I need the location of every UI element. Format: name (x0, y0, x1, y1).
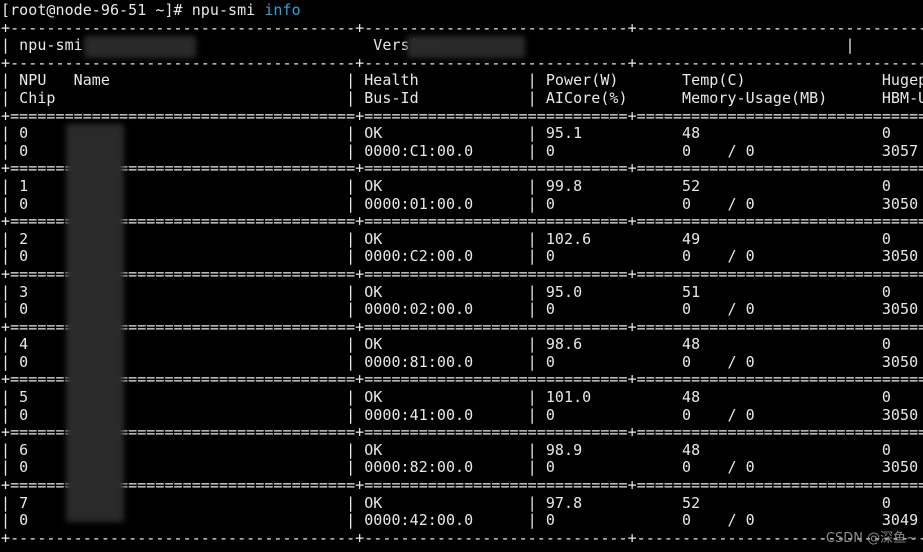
npu-row-2-b: | 0 | 0000:C2:00.0 | 0 0 / 0 3050 / 6553… (1, 248, 923, 266)
npu-row-line-1: | 0 | OK | 95.1 48 0 / 0 | (1, 124, 891, 143)
npu-row-line-1: | 3 | OK | 95.0 51 0 / 0 | (1, 282, 891, 301)
row-separator: +======================================+… (1, 106, 923, 125)
npu-row-line-2: | 0 | 0000:C2:00.0 | 0 0 / 0 3050 / 6553… (1, 247, 919, 266)
npu-row-0-a: | 0 | OK | 95.1 48 0 / 0 | (1, 124, 923, 143)
npu-row-line-2: | 0 | 0000:82:00.0 | 0 0 / 0 3050 / 6553… (1, 458, 919, 477)
redacted-name-field (84, 36, 196, 58)
row-separator: +======================================+… (1, 160, 923, 178)
npu-row-4-a: | 4 | OK | 98.6 48 0 / 0 | (1, 335, 923, 354)
terminal-window[interactable]: [root@node-96-51 ~]# npu-smi info +------… (0, 0, 923, 552)
row-separator: +======================================+… (1, 212, 923, 231)
table-border-top: +--------------------------------------+… (1, 18, 923, 38)
row-separator: +======================================+… (1, 423, 923, 442)
row-separator: +======================================+… (1, 106, 923, 126)
npu-row-6-b: | 0 | 0000:82:00.0 | 0 0 / 0 3050 / 6553… (1, 459, 923, 477)
npu-row-line-1: | 1 | OK | 99.8 52 0 / 0 | (1, 176, 891, 195)
column-header-row-1: | NPU Name | Health | Power(W) Temp(C) H… (1, 72, 923, 90)
table-border-bottom: +--------------------------------------+… (1, 528, 923, 548)
column-header-2: | Chip | Bus-Id | AICore(%) Memory-Usage… (1, 88, 923, 107)
npu-row-line-1: | 6 | OK | 98.9 48 0 / 0 | (1, 440, 891, 459)
npu-row-line-2: | 0 | 0000:42:00.0 | 0 0 / 0 3049 / 6553… (1, 511, 919, 530)
command-line: [root@node-96-51 ~]# npu-smi info (1, 1, 923, 20)
row-separator: +======================================+… (1, 159, 923, 178)
npu-row-2-a: | 2 | OK | 102.6 49 0 / 0 | (1, 229, 923, 249)
row-separator: +======================================+… (1, 212, 923, 231)
npu-row-line-2: | 0 | 0000:01:00.0 | 0 0 / 0 3050 / 6553… (1, 194, 919, 213)
row-separator: +======================================+… (1, 317, 923, 337)
npu-row-line-2: | 0 | 0000:41:00.0 | 0 0 / 0 3050 / 6553… (1, 405, 919, 424)
command-arg: info (264, 1, 301, 19)
npu-row-6-a: | 6 | OK | 98.9 48 0 / 0 | (1, 440, 923, 460)
column-header-row-2: | Chip | Bus-Id | AICore(%) Memory-Usage… (1, 88, 923, 108)
npu-row-line-2: | 0 | 0000:C1:00.0 | 0 0 / 0 3057 / 6553… (1, 141, 919, 160)
npu-row-3-a: | 3 | OK | 95.0 51 0 / 0 | (1, 282, 923, 302)
row-separator: +======================================+… (1, 317, 923, 336)
npu-row-line-1: | 2 | OK | 102.6 49 0 / 0 | (1, 229, 891, 248)
npu-row-1-a: | 1 | OK | 99.8 52 0 / 0 | (1, 176, 923, 196)
watermark: CSDN @深鱼~ (825, 531, 917, 547)
npu-row-line-2: | 0 | 0000:02:00.0 | 0 0 / 0 3050 / 6553… (1, 300, 919, 319)
row-separator: +======================================+… (1, 264, 923, 284)
npu-row-5-a: | 5 | OK | 101.0 48 0 / 0 | (1, 388, 923, 407)
npu-row-3-b: | 0 | 0000:02:00.0 | 0 0 / 0 3050 / 6553… (1, 300, 923, 319)
npu-row-1-b: | 0 | 0000:01:00.0 | 0 0 / 0 3050 / 6553… (1, 194, 923, 214)
row-separator: +======================================+… (1, 476, 923, 495)
prompt-text: [root@node-96-51 ~]# npu-smi (1, 1, 265, 19)
npu-row-5-b: | 0 | 0000:41:00.0 | 0 0 / 0 3050 / 6553… (1, 405, 923, 425)
redacted-version-field (407, 36, 525, 58)
npu-row-line-1: | 4 | OK | 98.6 48 0 / 0 | (1, 335, 891, 354)
row-separator: +======================================+… (1, 264, 923, 283)
column-header-1: | NPU Name | Health | Power(W) Temp(C) H… (1, 71, 923, 90)
redacted-chip-names (66, 124, 124, 522)
row-separator: +======================================+… (1, 423, 923, 442)
npu-row-7-a: | 7 | OK | 97.8 52 0 / 0 | (1, 493, 923, 513)
npu-row-line-1: | 5 | OK | 101.0 48 0 / 0 | (1, 388, 891, 407)
npu-row-4-b: | 0 | 0000:81:00.0 | 0 0 / 0 3050 / 6553… (1, 352, 923, 372)
terminal-output: [root@node-96-51 ~]# npu-smi info +------… (0, 0, 923, 547)
row-separator: +======================================+… (1, 370, 923, 389)
row-separator: +======================================+… (1, 476, 923, 495)
table-border: +--------------------------------------+… (1, 528, 923, 547)
row-separator: +======================================+… (1, 371, 923, 389)
table-border: +--------------------------------------+… (1, 18, 923, 37)
npu-row-0-b: | 0 | 0000:C1:00.0 | 0 0 / 0 3057 / 6553… (1, 141, 923, 161)
npu-row-line-2: | 0 | 0000:81:00.0 | 0 0 / 0 3050 / 6553… (1, 352, 919, 371)
npu-row-7-b: | 0 | 0000:42:00.0 | 0 0 / 0 3049 / 6553… (1, 511, 923, 530)
npu-row-line-1: | 7 | OK | 97.8 52 0 / 0 | (1, 493, 891, 512)
